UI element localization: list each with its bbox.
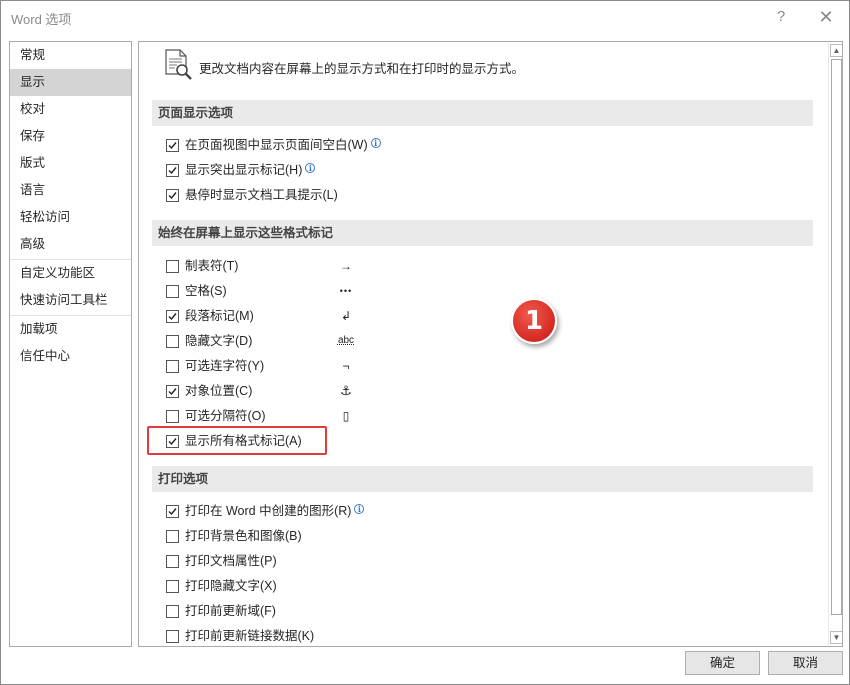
option-label: 可选连字符(Y) [185,359,265,373]
nav-item-display[interactable]: 显示 [10,69,131,96]
paragraph-mark-icon: ↲ [340,309,352,323]
optional-hyphen-mark-icon: ¬ [342,359,350,373]
anchor-mark-icon: ⚓ [340,383,352,398]
space-mark-icon: ••• [339,286,353,296]
nav-item-proofing[interactable]: 校对 [10,96,131,123]
nav-item-accessibility[interactable]: 轻松访问 [10,204,131,231]
option-label: 对象位置(C) [185,384,253,398]
checkbox-unchecked[interactable] [166,630,179,643]
checkbox-unchecked[interactable] [166,360,179,373]
checkbox-checked[interactable] [166,310,179,323]
scroll-up-arrow-icon[interactable]: ▲ [830,44,842,57]
word-options-dialog: Word 选项 ? ✕ 常规 显示 校对 保存 版式 语言 轻松访问 高级 自定… [0,0,850,685]
nav-item-general[interactable]: 常规 [10,42,131,69]
intro-text: 更改文档内容在屏幕上的显示方式和在打印时的显示方式。 [199,62,525,76]
checkbox-unchecked[interactable] [166,285,179,298]
nav-item-layout[interactable]: 版式 [10,150,131,177]
nav-item-add-ins[interactable]: 加载项 [10,316,131,343]
option-label: 打印背景色和图像(B) [185,529,302,543]
option-label: 制表符(T) [185,259,239,273]
info-icon: i [305,163,316,173]
dialog-title: Word 选项 [11,12,72,27]
scroll-down-arrow-icon[interactable]: ▼ [830,631,842,644]
option-label: 空格(S) [185,284,227,298]
options-nav: 常规 显示 校对 保存 版式 语言 轻松访问 高级 自定义功能区 快速访问工具栏… [9,41,132,647]
nav-item-language[interactable]: 语言 [10,177,131,204]
checkbox-unchecked[interactable] [166,530,179,543]
step-number-badge: 1 [511,298,557,344]
optional-break-mark-icon: ▯ [342,409,350,423]
option-label: 隐藏文字(D) [185,334,253,348]
checkbox-checked[interactable] [166,505,179,518]
option-label: 打印在 Word 中创建的图形(R) i [185,501,365,521]
option-label: 段落标记(M) [185,309,254,323]
display-options-panel: 更改文档内容在屏幕上的显示方式和在打印时的显示方式。 页面显示选项 在页面视图中… [138,41,843,647]
checkbox-checked[interactable] [166,139,179,152]
info-icon: i [370,138,381,148]
option-label: 显示所有格式标记(A) [185,434,302,448]
option-label: 打印文档属性(P) [185,554,277,568]
section-header-format-marks: 始终在屏幕上显示这些格式标记 [152,220,813,246]
checkbox-unchecked[interactable] [166,410,179,423]
hidden-text-mark-icon: abc [337,335,355,346]
option-label: 悬停时显示文档工具提示(L) [185,188,338,202]
checkbox-unchecked[interactable] [166,335,179,348]
title-bar: Word 选项 ? ✕ [1,1,849,33]
checkbox-checked[interactable] [166,435,179,448]
nav-item-quick-access-toolbar[interactable]: 快速访问工具栏 [10,287,131,314]
option-label: 显示突出显示标记(H) i [185,160,316,180]
close-button[interactable]: ✕ [814,7,838,27]
vertical-scrollbar[interactable]: ▲ ▼ [828,42,842,646]
nav-item-trust-center[interactable]: 信任中心 [10,343,131,370]
section-header-page-display: 页面显示选项 [152,100,813,126]
nav-item-save[interactable]: 保存 [10,123,131,150]
checkbox-checked[interactable] [166,189,179,202]
option-label: 打印前更新域(F) [185,604,276,618]
option-label: 打印前更新链接数据(K) [185,629,315,643]
checkbox-checked[interactable] [166,385,179,398]
info-icon: i [354,504,365,514]
checkbox-unchecked[interactable] [166,260,179,273]
option-label: 可选分隔符(O) [185,409,266,423]
checkbox-unchecked[interactable] [166,580,179,593]
tab-mark-icon: → [340,259,352,273]
checkbox-unchecked[interactable] [166,605,179,618]
scrollbar-thumb[interactable] [831,59,842,615]
nav-item-customize-ribbon[interactable]: 自定义功能区 [10,260,131,287]
document-magnifier-icon [165,49,192,80]
option-label: 在页面视图中显示页面间空白(W) i [185,135,381,155]
checkbox-unchecked[interactable] [166,555,179,568]
cancel-button[interactable]: 取消 [768,651,843,675]
checkbox-checked[interactable] [166,164,179,177]
ok-button[interactable]: 确定 [685,651,760,675]
help-button[interactable]: ? [769,7,793,27]
option-label: 打印隐藏文字(X) [185,579,277,593]
nav-item-advanced[interactable]: 高级 [10,231,131,258]
section-header-print: 打印选项 [152,466,813,492]
